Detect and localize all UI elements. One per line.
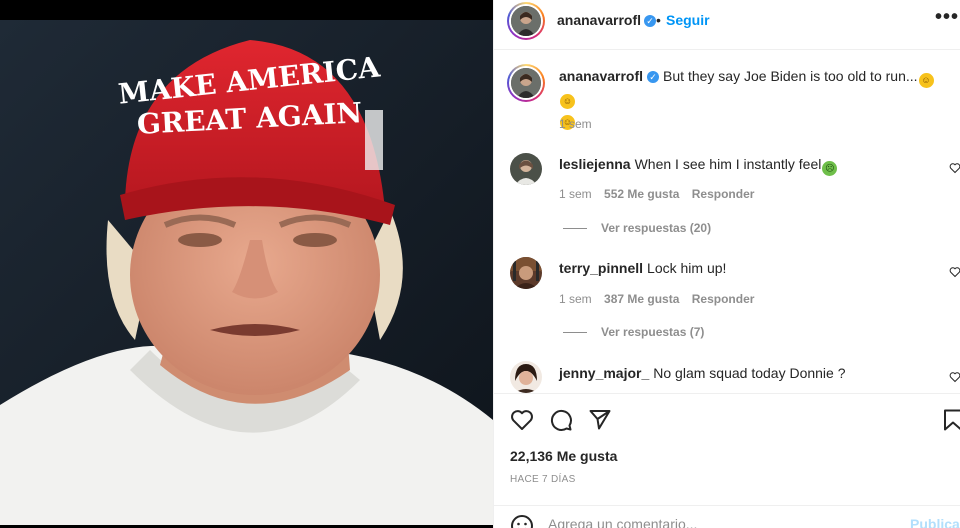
add-comment-bar: Publicar: [494, 505, 960, 528]
follow-button[interactable]: Seguir: [666, 12, 710, 28]
view-replies-label: Ver respuestas (20): [601, 221, 712, 235]
replies-line: [563, 228, 587, 230]
reply-button[interactable]: Responder: [692, 292, 755, 306]
comment-meta: 1 sem 387 Me gusta Responder: [559, 292, 763, 306]
caption-text: But they say Joe Biden is too old to run…: [663, 68, 918, 84]
caption-meta: 1 sem: [559, 117, 601, 131]
nauseated-emoji-icon: ☹: [822, 161, 838, 176]
comment-meta: 1 sem 552 Me gusta Responder: [559, 187, 763, 201]
comment-username[interactable]: terry_pinnell: [559, 260, 643, 276]
view-replies-button[interactable]: Ver respuestas (20): [563, 221, 711, 235]
comment: terry_pinnell Lock him up!: [559, 259, 949, 277]
comment-time[interactable]: 1 sem: [559, 187, 592, 201]
caption-username[interactable]: ananavarrofl: [559, 68, 643, 84]
post-header: ananavarrofl ✓ • Seguir •••: [494, 0, 960, 50]
post-likes-count[interactable]: 22,136 Me gusta: [510, 448, 617, 464]
separator-dot: •: [656, 12, 661, 28]
smiley-icon[interactable]: [510, 514, 534, 528]
caption-author-avatar[interactable]: [507, 64, 545, 102]
comment-avatar-image: [510, 257, 542, 289]
comment-likes[interactable]: 387 Me gusta: [604, 292, 679, 306]
author-username: ananavarrofl: [557, 12, 642, 28]
heart-icon[interactable]: [510, 408, 534, 432]
author-avatar[interactable]: [507, 2, 545, 40]
comment-like-heart-icon[interactable]: [949, 266, 960, 278]
comment-text: No glam squad today Donnie ?: [653, 365, 846, 381]
comment-text: Lock him up!: [647, 260, 727, 276]
more-options-icon[interactable]: •••: [935, 6, 959, 29]
comment-avatar[interactable]: [510, 153, 542, 185]
post-details-panel: ananavarrofl ✓ • Seguir ••• ananavarrofl ✓…: [493, 0, 960, 528]
comment-text: When I see him I instantly feel: [634, 156, 822, 172]
laughing-emoji-icon: ☺: [560, 94, 575, 109]
photo-top-bar: [0, 0, 493, 20]
comments-list[interactable]: ananavarrofl ✓ But they say Joe Biden is t…: [494, 51, 960, 393]
comment-avatar-image: [510, 153, 542, 185]
bookmark-icon[interactable]: [941, 408, 960, 432]
verified-badge-icon: ✓: [644, 14, 657, 27]
comment-like-heart-icon[interactable]: [949, 371, 960, 383]
comment-avatar-image: [510, 361, 542, 393]
caption-time[interactable]: 1 sem: [559, 117, 592, 131]
post-actions: 22,136 Me gusta HACE 7 DÍAS Publicar: [494, 393, 960, 528]
comment: jenny_major_ No glam squad today Donnie ?: [559, 364, 949, 382]
comment-like-heart-icon[interactable]: [949, 162, 960, 174]
paper-plane-icon[interactable]: [588, 408, 612, 432]
comment-avatar[interactable]: [510, 257, 542, 289]
comment-username[interactable]: jenny_major_: [559, 365, 649, 381]
reply-button[interactable]: Responder: [692, 187, 755, 201]
laughing-emoji-icon: ☺: [918, 73, 934, 88]
post-photo[interactable]: MAKE AMERICA GREAT AGAIN: [0, 20, 493, 525]
view-replies-label: Ver respuestas (7): [601, 325, 705, 339]
comment-input[interactable]: [548, 516, 868, 528]
author-username-link[interactable]: ananavarrofl ✓: [557, 12, 657, 30]
post-date[interactable]: HACE 7 DÍAS: [510, 474, 576, 485]
comment-username[interactable]: lesliejenna: [559, 156, 631, 172]
post-photo-panel: MAKE AMERICA GREAT AGAIN: [0, 0, 493, 528]
comment-likes[interactable]: 552 Me gusta: [604, 187, 679, 201]
caption-avatar-image: [511, 68, 541, 98]
verified-badge-icon: ✓: [647, 71, 660, 84]
caption: ananavarrofl ✓ But they say Joe Biden is t…: [559, 67, 949, 130]
replies-line: [563, 332, 587, 334]
comment-icon[interactable]: [549, 408, 573, 432]
publish-button[interactable]: Publicar: [910, 516, 960, 528]
comment-time[interactable]: 1 sem: [559, 292, 592, 306]
comment: lesliejenna When I see him I instantly fe…: [559, 155, 949, 176]
comment-avatar[interactable]: [510, 361, 542, 393]
author-avatar-image: [511, 6, 541, 36]
view-replies-button[interactable]: Ver respuestas (7): [563, 325, 704, 339]
